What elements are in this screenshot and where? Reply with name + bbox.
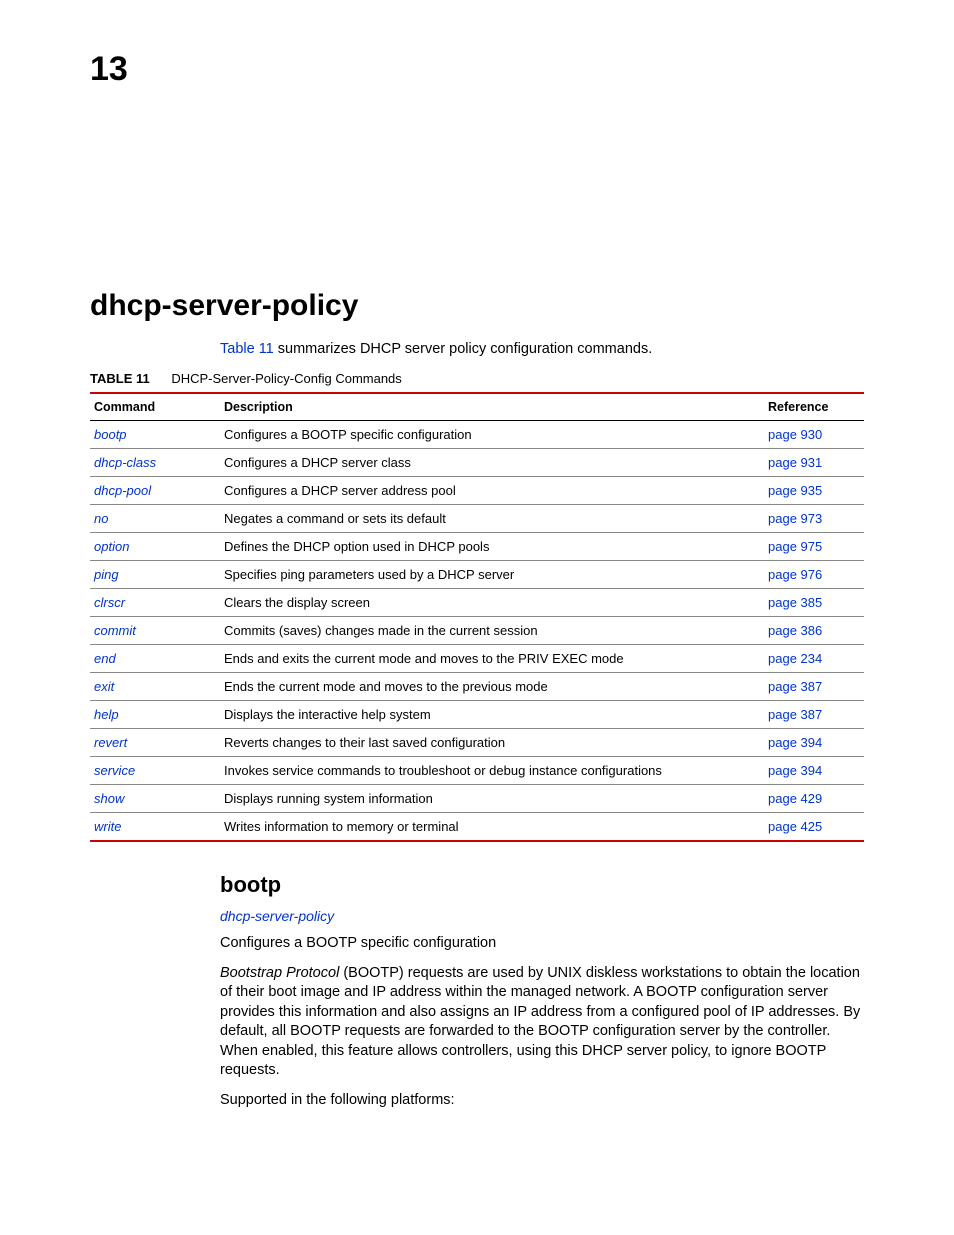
- reference-link[interactable]: page 930: [768, 427, 822, 442]
- col-reference: Reference: [764, 393, 864, 421]
- table-row: option Defines the DHCP option used in DH…: [90, 533, 864, 561]
- description-cell: Reverts changes to their last saved conf…: [220, 729, 764, 757]
- reference-link[interactable]: page 387: [768, 707, 822, 722]
- command-link[interactable]: dhcp-pool: [94, 483, 151, 498]
- reference-link[interactable]: page 973: [768, 511, 822, 526]
- description-cell: Ends and exits the current mode and move…: [220, 645, 764, 673]
- table-row: no Negates a command or sets its default p…: [90, 505, 864, 533]
- paragraph-text: (BOOTP) requests are used by UNIX diskle…: [220, 965, 860, 1079]
- reference-link[interactable]: page 935: [768, 483, 822, 498]
- command-link[interactable]: help: [94, 707, 119, 722]
- page-container: 13 dhcp-server-policy Table 11 summarize…: [0, 0, 954, 1181]
- page-title: dhcp-server-policy: [90, 289, 864, 323]
- command-link[interactable]: commit: [94, 623, 136, 638]
- section-body: bootp dhcp-server-policy Configures a BO…: [220, 872, 864, 1111]
- table-ref-link[interactable]: Table 11: [220, 341, 274, 357]
- description-cell: Displays running system information: [220, 785, 764, 813]
- description-cell: Displays the interactive help system: [220, 701, 764, 729]
- table-row: revert Reverts changes to their last save…: [90, 729, 864, 757]
- table-row: clrscr Clears the display screen page 385: [90, 589, 864, 617]
- table-label: TABLE 11: [90, 371, 150, 386]
- chapter-number: 13: [90, 50, 864, 89]
- description-cell: Defines the DHCP option used in DHCP poo…: [220, 533, 764, 561]
- paragraph: Bootstrap Protocol (BOOTP) requests are …: [220, 964, 864, 1081]
- command-link[interactable]: no: [94, 511, 108, 526]
- reference-link[interactable]: page 425: [768, 819, 822, 834]
- reference-link[interactable]: page 385: [768, 595, 822, 610]
- description-cell: Writes information to memory or terminal: [220, 813, 764, 842]
- command-link[interactable]: show: [94, 791, 124, 806]
- command-link[interactable]: bootp: [94, 427, 127, 442]
- table-row: bootp Configures a BOOTP specific configu…: [90, 421, 864, 449]
- table-caption: TABLE 11 DHCP-Server-Policy-Config Comma…: [90, 371, 864, 386]
- table-row: write Writes information to memory or ter…: [90, 813, 864, 842]
- table-row: service Invokes service commands to troub…: [90, 757, 864, 785]
- description-cell: Specifies ping parameters used by a DHCP…: [220, 561, 764, 589]
- reference-link[interactable]: page 975: [768, 539, 822, 554]
- table-row: commit Commits (saves) changes made in th…: [90, 617, 864, 645]
- command-link[interactable]: service: [94, 763, 135, 778]
- reference-link[interactable]: page 429: [768, 791, 822, 806]
- reference-link[interactable]: page 976: [768, 567, 822, 582]
- table-row: show Displays running system information p…: [90, 785, 864, 813]
- command-link[interactable]: option: [94, 539, 129, 554]
- reference-link[interactable]: page 387: [768, 679, 822, 694]
- description-cell: Invokes service commands to troubleshoot…: [220, 757, 764, 785]
- table-row: dhcp-class Configures a DHCP server class…: [90, 449, 864, 477]
- description-cell: Configures a BOOTP specific configuratio…: [220, 421, 764, 449]
- paragraph: Supported in the following platforms:: [220, 1091, 864, 1111]
- table-row: dhcp-pool Configures a DHCP server addres…: [90, 477, 864, 505]
- description-cell: Negates a command or sets its default: [220, 505, 764, 533]
- intro-text: summarizes DHCP server policy configurat…: [274, 341, 652, 357]
- command-link[interactable]: dhcp-class: [94, 455, 156, 470]
- intro-paragraph: Table 11 summarizes DHCP server policy c…: [220, 341, 864, 357]
- description-cell: Clears the display screen: [220, 589, 764, 617]
- command-link[interactable]: clrscr: [94, 595, 125, 610]
- table-row: exit Ends the current mode and moves to t…: [90, 673, 864, 701]
- command-link[interactable]: revert: [94, 735, 127, 750]
- table-row: ping Specifies ping parameters used by a …: [90, 561, 864, 589]
- description-cell: Configures a DHCP server address pool: [220, 477, 764, 505]
- reference-link[interactable]: page 931: [768, 455, 822, 470]
- reference-link[interactable]: page 394: [768, 763, 822, 778]
- table-row: end Ends and exits the current mode and m…: [90, 645, 864, 673]
- table-row: help Displays the interactive help system…: [90, 701, 864, 729]
- table-header-row: Command Description Reference: [90, 393, 864, 421]
- paragraph: Configures a BOOTP specific configuratio…: [220, 934, 864, 954]
- italic-term: Bootstrap Protocol: [220, 965, 339, 981]
- description-cell: Configures a DHCP server class: [220, 449, 764, 477]
- table-caption-text: DHCP-Server-Policy-Config Commands: [171, 371, 401, 386]
- section-heading: bootp: [220, 872, 864, 898]
- parent-link[interactable]: dhcp-server-policy: [220, 908, 864, 924]
- reference-link[interactable]: page 394: [768, 735, 822, 750]
- command-link[interactable]: ping: [94, 567, 119, 582]
- reference-link[interactable]: page 234: [768, 651, 822, 666]
- command-link[interactable]: write: [94, 819, 121, 834]
- col-command: Command: [90, 393, 220, 421]
- command-link[interactable]: end: [94, 651, 116, 666]
- command-link[interactable]: exit: [94, 679, 114, 694]
- commands-table: Command Description Reference bootp Confi…: [90, 392, 864, 842]
- description-cell: Ends the current mode and moves to the p…: [220, 673, 764, 701]
- reference-link[interactable]: page 386: [768, 623, 822, 638]
- description-cell: Commits (saves) changes made in the curr…: [220, 617, 764, 645]
- col-description: Description: [220, 393, 764, 421]
